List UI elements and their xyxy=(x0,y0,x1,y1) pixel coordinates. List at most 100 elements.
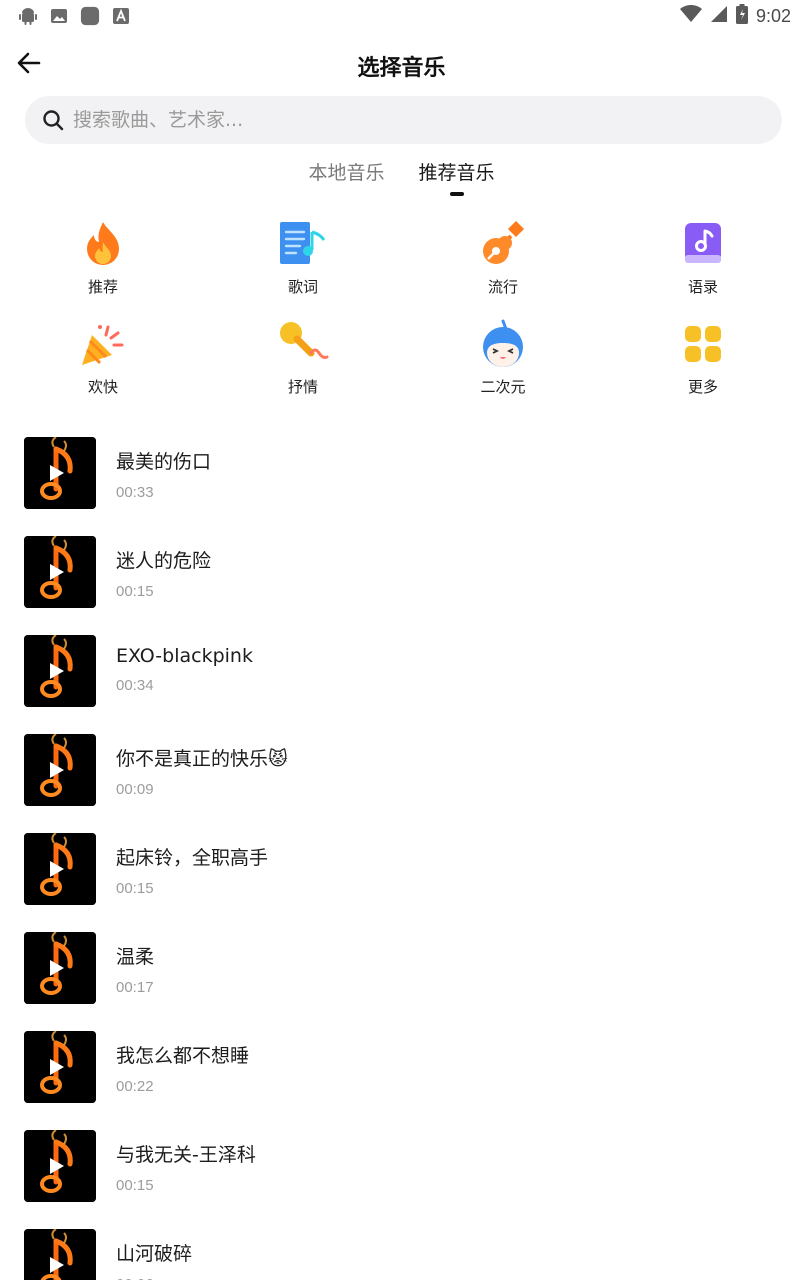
status-bar: 9:02 xyxy=(0,0,803,34)
song-info: EXO-blackpink 00:34 xyxy=(116,635,253,694)
signal-icon xyxy=(710,5,728,27)
category-pop[interactable]: 流行 xyxy=(403,218,603,318)
song-duration: 00:15 xyxy=(116,880,154,897)
tab-label: 推荐音乐 xyxy=(418,162,495,184)
song-title: 我怎么都不想睡 xyxy=(116,1045,250,1067)
fire-music-note-icon xyxy=(24,635,96,707)
song-item[interactable]: 与我无关-王泽科 00:15 xyxy=(24,1130,784,1229)
tab-bar: 本地音乐 推荐音乐 xyxy=(0,156,803,196)
category-lyrics[interactable]: 歌词 xyxy=(203,218,403,318)
microphone-icon xyxy=(277,318,329,370)
android-icon xyxy=(18,6,38,26)
song-cover xyxy=(24,1229,96,1280)
app-header: 选择音乐 xyxy=(0,40,803,90)
song-info: 温柔 00:17 xyxy=(116,932,154,996)
category-label: 语录 xyxy=(687,278,718,296)
song-info: 山河破碎 00:06 xyxy=(116,1229,192,1280)
song-cover xyxy=(24,932,96,1004)
song-cover xyxy=(24,833,96,905)
image-icon xyxy=(49,6,69,26)
category-label: 二次元 xyxy=(480,378,526,396)
song-info: 迷人的危险 00:15 xyxy=(116,536,211,600)
song-duration: 00:15 xyxy=(116,583,154,600)
category-grid: 推荐 歌词 流行 语录 欢快 抒情 二次元 更多 xyxy=(3,218,803,418)
anime-face-icon xyxy=(477,318,529,370)
song-duration: 00:06 xyxy=(116,1276,192,1280)
song-duration: 00:22 xyxy=(116,1078,154,1095)
fire-music-note-icon xyxy=(24,437,96,509)
song-info: 起床铃，全职高手 00:15 xyxy=(116,833,268,897)
song-cover xyxy=(24,1130,96,1202)
song-duration: 00:15 xyxy=(116,1177,154,1194)
song-title: 你不是真正的快乐😾 xyxy=(116,748,288,770)
tab-active-indicator xyxy=(449,192,464,196)
song-title: EXO-blackpink xyxy=(116,645,253,667)
category-recommend[interactable]: 推荐 xyxy=(3,218,203,318)
tab-recommended-music[interactable]: 推荐音乐 xyxy=(419,156,495,196)
song-item[interactable]: 最美的伤口 00:33 xyxy=(24,437,784,536)
song-info: 最美的伤口 00:33 xyxy=(116,437,211,501)
song-item[interactable]: 起床铃，全职高手 00:15 xyxy=(24,833,784,932)
song-item[interactable]: 我怎么都不想睡 00:22 xyxy=(24,1031,784,1130)
song-item[interactable]: EXO-blackpink 00:34 xyxy=(24,635,784,734)
category-label: 抒情 xyxy=(287,378,318,396)
tab-local-music[interactable]: 本地音乐 xyxy=(308,156,384,196)
search-bar[interactable] xyxy=(25,96,782,144)
song-cover xyxy=(24,536,96,608)
song-title: 起床铃，全职高手 xyxy=(116,847,269,869)
song-duration: 00:09 xyxy=(116,781,154,798)
song-cover xyxy=(24,734,96,806)
song-title: 与我无关-王泽科 xyxy=(116,1144,256,1166)
fire-music-note-icon xyxy=(24,833,96,905)
fire-music-note-icon xyxy=(24,1229,96,1280)
music-book-icon xyxy=(677,218,729,270)
song-title: 最美的伤口 xyxy=(116,451,212,473)
song-item[interactable]: 温柔 00:17 xyxy=(24,932,784,1031)
category-anime[interactable]: 二次元 xyxy=(403,318,603,418)
page-title: 选择音乐 xyxy=(357,56,446,81)
status-right-icons: 9:02 xyxy=(679,4,791,28)
song-list: 最美的伤口 00:33 迷人的危险 00:15 EXO-blackpink 00… xyxy=(24,437,784,1280)
fire-music-note-icon xyxy=(24,536,96,608)
flame-icon xyxy=(77,218,129,270)
wifi-icon xyxy=(679,4,702,27)
fire-music-note-icon xyxy=(24,1130,96,1202)
category-more[interactable]: 更多 xyxy=(603,318,803,418)
category-lyrical[interactable]: 抒情 xyxy=(203,318,403,418)
song-item[interactable]: 山河破碎 00:06 xyxy=(24,1229,784,1280)
search-icon xyxy=(41,108,65,132)
song-cover xyxy=(24,1031,96,1103)
song-info: 我怎么都不想睡 00:22 xyxy=(116,1031,249,1095)
party-popper-icon xyxy=(77,318,129,370)
lyrics-document-icon xyxy=(277,218,329,270)
category-label: 歌词 xyxy=(287,278,318,296)
song-duration: 00:33 xyxy=(116,484,154,501)
status-left-icons xyxy=(18,6,131,26)
song-item[interactable]: 迷人的危险 00:15 xyxy=(24,536,784,635)
category-label: 欢快 xyxy=(87,378,118,396)
song-title: 迷人的危险 xyxy=(116,550,212,572)
category-label: 流行 xyxy=(487,278,518,296)
search-input[interactable] xyxy=(73,109,733,131)
song-info: 你不是真正的快乐😾 00:09 xyxy=(116,734,288,798)
status-time: 9:02 xyxy=(755,5,791,26)
song-item[interactable]: 你不是真正的快乐😾 00:09 xyxy=(24,734,784,833)
song-duration: 00:34 xyxy=(116,677,154,694)
song-info: 与我无关-王泽科 00:15 xyxy=(116,1130,256,1194)
category-label: 更多 xyxy=(687,378,718,396)
fire-music-note-icon xyxy=(24,932,96,1004)
square-app-icon xyxy=(80,6,100,26)
fire-music-note-icon xyxy=(24,1031,96,1103)
guitar-icon xyxy=(477,218,529,270)
song-cover xyxy=(24,635,96,707)
fire-music-note-icon xyxy=(24,734,96,806)
song-title: 山河破碎 xyxy=(116,1243,193,1265)
battery-icon xyxy=(735,4,748,28)
song-duration: 00:17 xyxy=(116,979,154,996)
category-quotes[interactable]: 语录 xyxy=(603,218,803,318)
letter-a-icon xyxy=(111,6,131,26)
category-label: 推荐 xyxy=(87,278,118,296)
category-cheerful[interactable]: 欢快 xyxy=(3,318,203,418)
grid-more-icon xyxy=(677,318,729,370)
song-cover xyxy=(24,437,96,509)
